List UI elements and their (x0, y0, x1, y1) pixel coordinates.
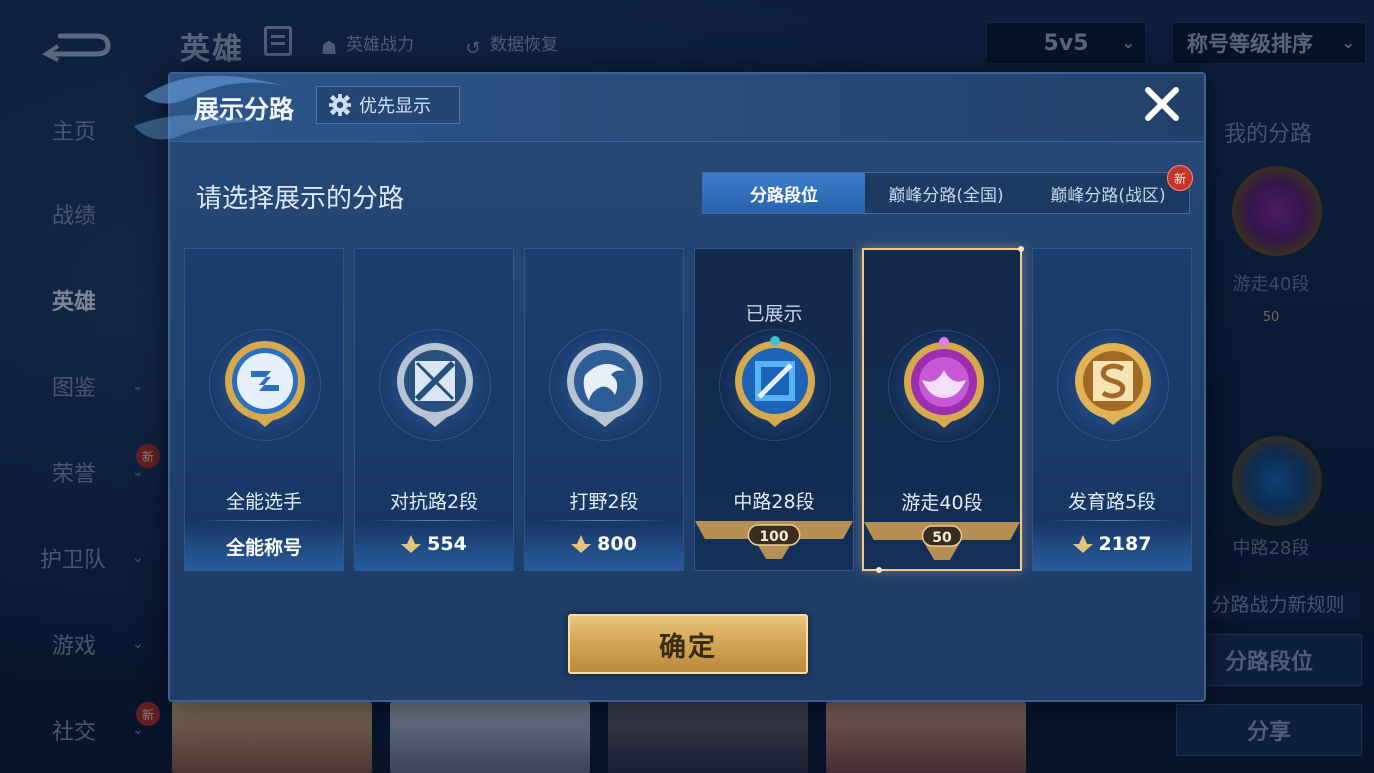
priority-display-label: 优先显示 (359, 96, 431, 117)
new-badge: 新 (1167, 165, 1193, 191)
confirm-button[interactable]: 确定 (568, 614, 808, 674)
tab-peak-national[interactable]: 巅峰分路(全国) (865, 173, 1027, 213)
lane-name: 打野2段 (569, 491, 639, 513)
lane-display-modal: 展示分路 优先显示 请选择展示的分路 分路段位 巅峰分路(全国) 巅峰分路(战区… (134, 72, 1206, 702)
modal-header: 展示分路 优先显示 (134, 74, 1204, 142)
lane-tabs: 分路段位 巅峰分路(全国) 巅峰分路(战区) 新 (702, 165, 1193, 214)
lane-value: 554 (355, 533, 513, 555)
close-icon (1145, 87, 1179, 121)
lane-value: 2187 (1033, 533, 1191, 555)
roam-emblem-icon (904, 337, 984, 428)
jungle-emblem-icon (567, 343, 643, 427)
lane-name: 对抗路2段 (389, 491, 479, 513)
gear-icon (329, 94, 351, 116)
lane-value-text: 2187 (1098, 533, 1152, 555)
clash-lane-emblem-icon (397, 343, 473, 427)
lane-name: 中路28段 (733, 491, 815, 513)
lane-value: 800 (525, 533, 683, 555)
lane-card-mid[interactable]: 已展示 中路28段 100 (694, 248, 854, 571)
rank-number: 50 (932, 530, 952, 546)
lane-value-text: 全能称号 (225, 537, 302, 559)
lane-card-list: 全能选手 全能称号 对抗路2段 554 打野2段 800 已展示 中路28段 1… (184, 246, 1192, 573)
lane-card-jungle[interactable]: 打野2段 800 (524, 248, 684, 571)
modal-subtitle: 请选择展示的分路 (196, 184, 405, 214)
lane-power-icon (1072, 535, 1093, 553)
corner-dot (1018, 246, 1024, 252)
all-rounder-emblem-icon (225, 341, 305, 427)
lane-value-text: 800 (597, 533, 637, 555)
corner-dot (876, 567, 882, 573)
tab-label: 巅峰分路(战区) (1050, 185, 1166, 206)
shown-status: 已展示 (745, 303, 803, 325)
priority-display-button[interactable]: 优先显示 (316, 86, 460, 124)
lane-value: 全能称号 (185, 533, 343, 560)
lane-name: 全能选手 (225, 491, 302, 513)
lane-card-clash[interactable]: 对抗路2段 554 (354, 248, 514, 571)
close-button[interactable] (1140, 82, 1184, 126)
mid-lane-emblem-icon (735, 336, 815, 427)
lane-value-text: 554 (427, 533, 467, 555)
tab-lane-rank[interactable]: 分路段位 (703, 173, 865, 213)
lane-card-farm[interactable]: 发育路5段 2187 (1032, 248, 1192, 571)
lane-power-icon (571, 535, 592, 553)
lane-name: 发育路5段 (1067, 491, 1157, 513)
lane-card-all-rounder[interactable]: 全能选手 全能称号 (184, 248, 344, 571)
lane-name: 游走40段 (901, 492, 983, 514)
lane-card-roam[interactable]: 游走40段 50 (862, 246, 1024, 573)
farm-lane-emblem-icon (1075, 343, 1151, 425)
modal-title: 展示分路 (194, 95, 295, 124)
rank-number: 100 (759, 529, 789, 545)
tab-peak-region[interactable]: 巅峰分路(战区) 新 (1027, 165, 1193, 213)
lane-power-icon (401, 535, 422, 553)
